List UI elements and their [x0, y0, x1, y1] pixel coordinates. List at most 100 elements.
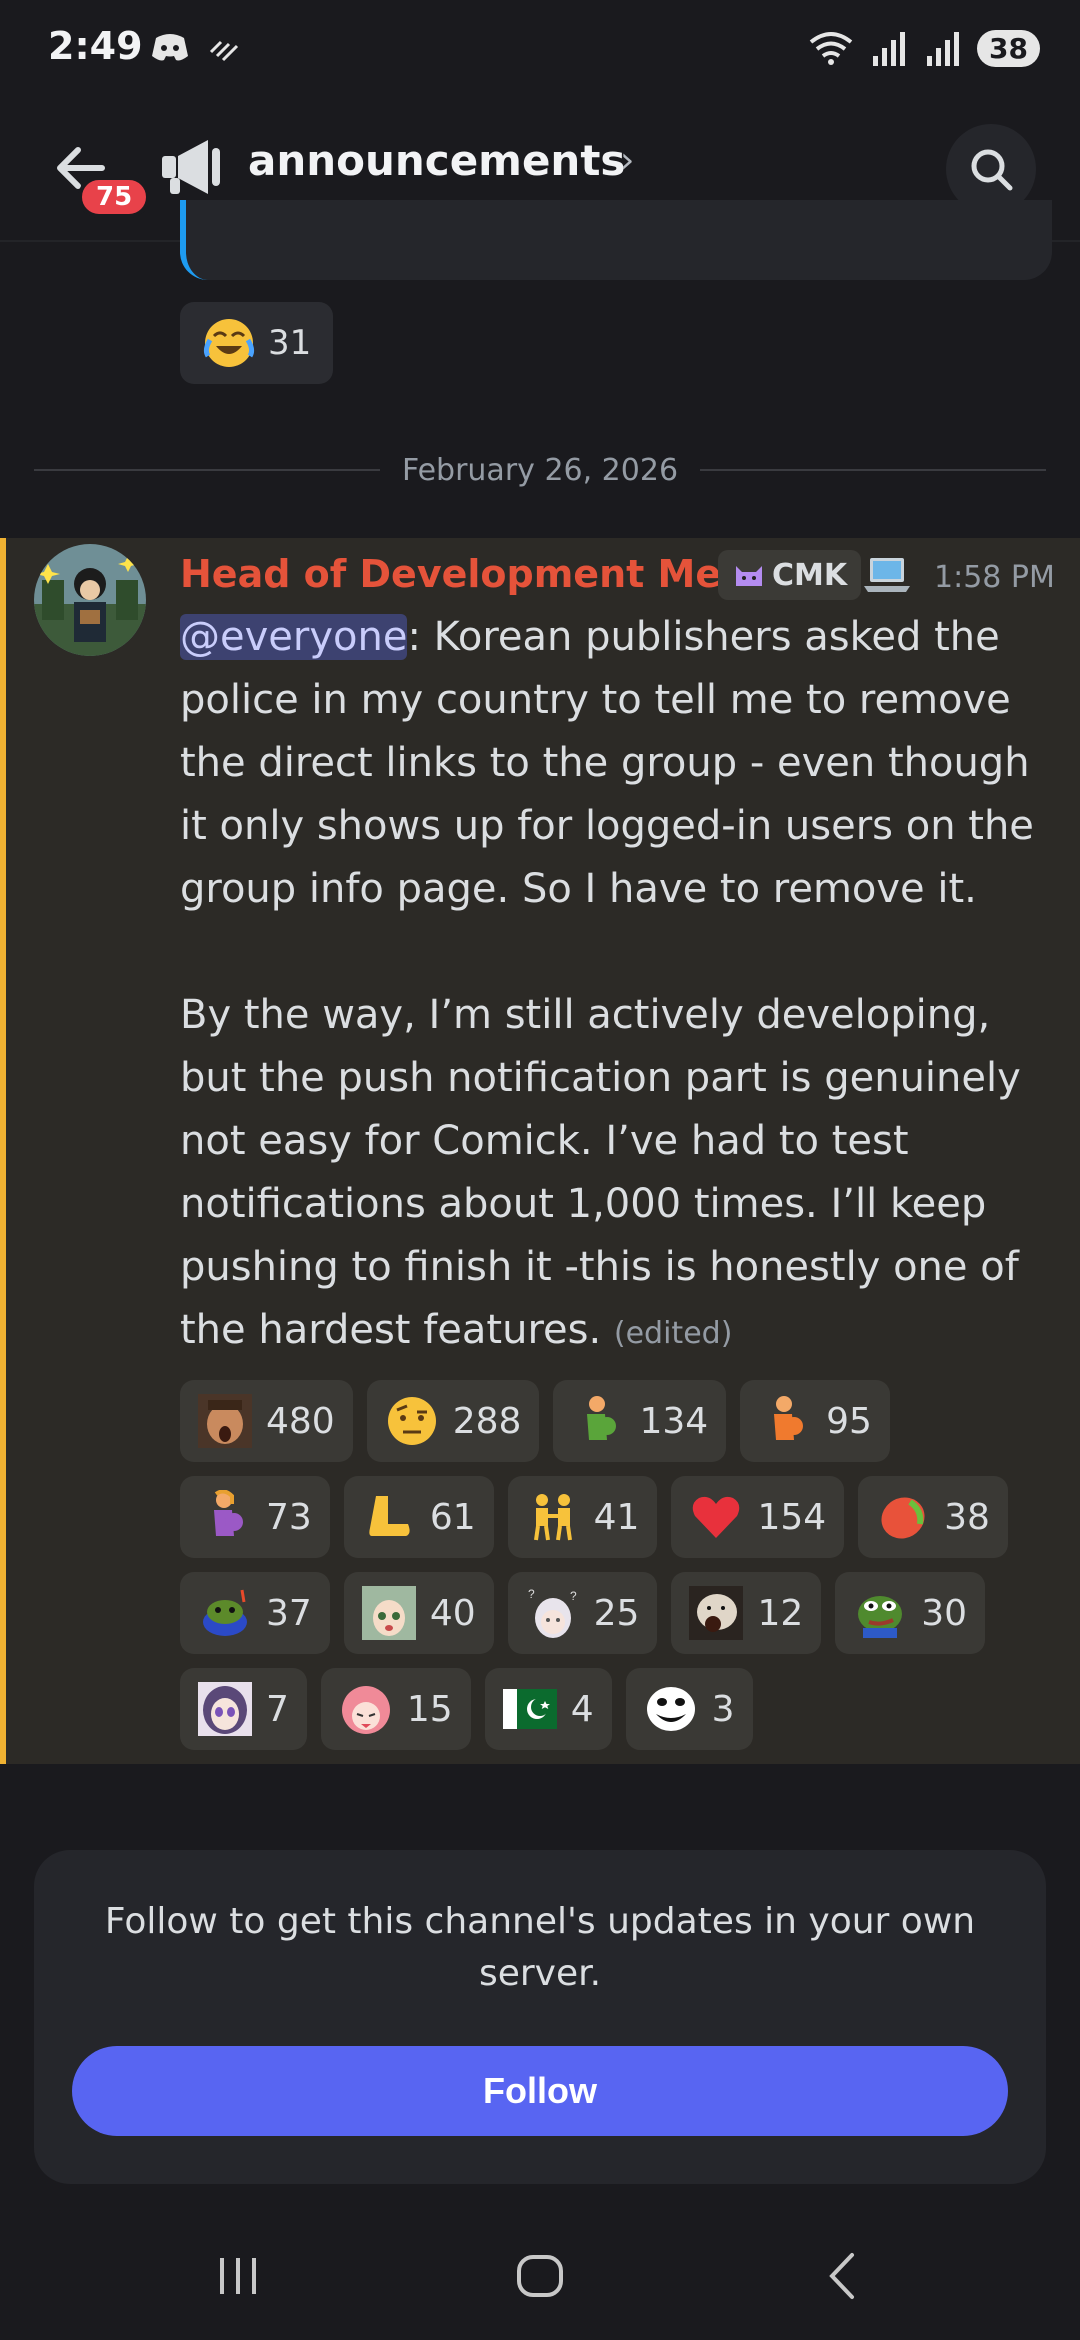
anime-girl-confused-icon: ?? [526, 1586, 580, 1640]
pepe-hat-icon [198, 1586, 252, 1640]
reaction-count: 154 [757, 1496, 827, 1538]
status-time: 2:49 [48, 24, 143, 68]
search-icon [971, 149, 1013, 191]
anime-girl-pink-icon [339, 1682, 393, 1736]
follow-button[interactable]: Follow [72, 2046, 1008, 2136]
reaction-count: 7 [266, 1688, 289, 1730]
megaphone-icon [158, 134, 224, 200]
wifi-icon [809, 32, 853, 65]
divider-line [700, 469, 1047, 471]
people-holding-hands-icon [526, 1490, 580, 1544]
home-button[interactable] [500, 2246, 580, 2306]
reaction-count: 73 [266, 1496, 312, 1538]
message-content: @everyone: Korean publishers asked the p… [180, 606, 1060, 1365]
previous-embed [180, 200, 1052, 280]
status-bar: 2:49 38 [0, 0, 1080, 100]
reaction-button[interactable]: 480 [180, 1380, 353, 1462]
status-right: 38 [807, 28, 1040, 68]
mention-highlight-bar [0, 538, 6, 1764]
svg-text:?: ? [528, 1587, 535, 1601]
joy-emoji-icon [202, 316, 256, 370]
reaction-button[interactable]: ?? 25 [507, 1572, 658, 1654]
reaction-button[interactable]: 12 [671, 1572, 822, 1654]
reaction-button[interactable]: 41 [507, 1476, 658, 1558]
pregnant-person-icon [758, 1394, 812, 1448]
svg-text:?: ? [570, 1589, 577, 1603]
message-text: By the way, I’m still actively developin… [180, 992, 1021, 1353]
avatar[interactable] [34, 544, 146, 656]
reaction-count: 37 [266, 1592, 312, 1634]
reaction-count: 95 [826, 1400, 872, 1442]
battery-indicator: 38 [977, 29, 1040, 67]
reaction-count: 25 [593, 1592, 640, 1634]
reaction-count: 41 [593, 1496, 640, 1538]
mango-icon [876, 1490, 930, 1544]
follow-card: Follow to get this channel's updates in … [34, 1850, 1046, 2184]
trollface-icon [644, 1682, 698, 1736]
reaction-button[interactable]: 4 [484, 1668, 612, 1750]
heart-icon [689, 1490, 743, 1544]
notification-icons [150, 30, 241, 71]
everyone-mention[interactable]: @everyone [180, 614, 408, 660]
reaction-button[interactable]: 73 [180, 1476, 330, 1558]
reaction-count: 12 [757, 1592, 804, 1634]
reaction-button[interactable]: 288 [366, 1380, 540, 1462]
reaction-count: 480 [266, 1400, 335, 1442]
reaction-count: 30 [921, 1592, 968, 1634]
date-label: February 26, 2026 [401, 452, 679, 488]
reaction-count: 4 [570, 1688, 594, 1730]
reaction-button[interactable]: 37 [180, 1572, 330, 1654]
reaction-button[interactable]: 134 [553, 1380, 727, 1462]
reaction-count: 3 [711, 1688, 735, 1730]
chevron-right-icon[interactable]: › [620, 140, 634, 181]
reaction-count: 40 [429, 1592, 476, 1634]
chevron-left-icon [829, 2253, 854, 2299]
reaction-count: 134 [639, 1400, 709, 1442]
pregnant-man-icon [571, 1394, 625, 1448]
reaction-button[interactable]: 7 [180, 1668, 307, 1750]
dog-yelling-icon [689, 1586, 744, 1640]
pregnant-woman-icon [198, 1490, 252, 1544]
anime-girl-surprised-icon [361, 1586, 416, 1640]
reaction-button[interactable]: 95 [740, 1380, 890, 1462]
pakistan-flag-icon [502, 1682, 557, 1736]
raised-eyebrow-icon [385, 1394, 439, 1448]
sync-off-icon [209, 40, 238, 62]
discord-icon [152, 34, 188, 61]
reactions: 480 288 134 95 73 61 41 154 38 37 40 ? ?… [180, 1380, 1050, 1750]
pepe-frog-icon [853, 1586, 907, 1640]
reaction-button[interactable]: 3 [625, 1668, 753, 1750]
laptop-icon [862, 554, 912, 605]
divider-line [34, 469, 380, 471]
man-face-icon [198, 1394, 252, 1448]
message[interactable]: Head of Development Me... CMK 1:58 PM @e… [0, 538, 1080, 1764]
cat-icon [736, 566, 762, 586]
back-nav-button[interactable] [802, 2246, 882, 2306]
reaction-button[interactable]: 15 [320, 1668, 471, 1750]
message-timestamp: 1:58 PM [934, 560, 1055, 595]
system-nav-bar [0, 2200, 1080, 2340]
recent-apps-icon [220, 2258, 256, 2294]
signal-2-icon [927, 32, 960, 66]
channel-title[interactable]: announcements [248, 136, 625, 185]
signal-icon [873, 32, 906, 66]
follow-prompt-text: Follow to get this channel's updates in … [104, 1901, 976, 1994]
anime-girl-purple-icon [198, 1682, 252, 1736]
reaction-button[interactable]: 30 [835, 1572, 986, 1654]
edited-label: (edited) [613, 1316, 733, 1351]
message-paragraph: @everyone: Korean publishers asked the p… [180, 606, 1060, 921]
reaction-count: 38 [944, 1496, 990, 1538]
server-tag[interactable]: CMK [718, 550, 862, 600]
recent-apps-button[interactable] [198, 2246, 278, 2306]
reaction-button[interactable]: 40 [343, 1572, 494, 1654]
server-tag-label: CMK [772, 557, 848, 593]
author-name[interactable]: Head of Development Me... [180, 552, 764, 596]
unread-badge: 75 [78, 176, 151, 218]
reaction-button[interactable]: 31 [180, 302, 334, 384]
reaction-button[interactable]: 61 [343, 1476, 494, 1558]
foot-icon [362, 1490, 416, 1544]
reaction-count: 61 [429, 1496, 476, 1538]
reaction-button[interactable]: 38 [858, 1476, 1008, 1558]
reaction-button[interactable]: 154 [671, 1476, 845, 1558]
reaction-count: 15 [406, 1688, 453, 1730]
